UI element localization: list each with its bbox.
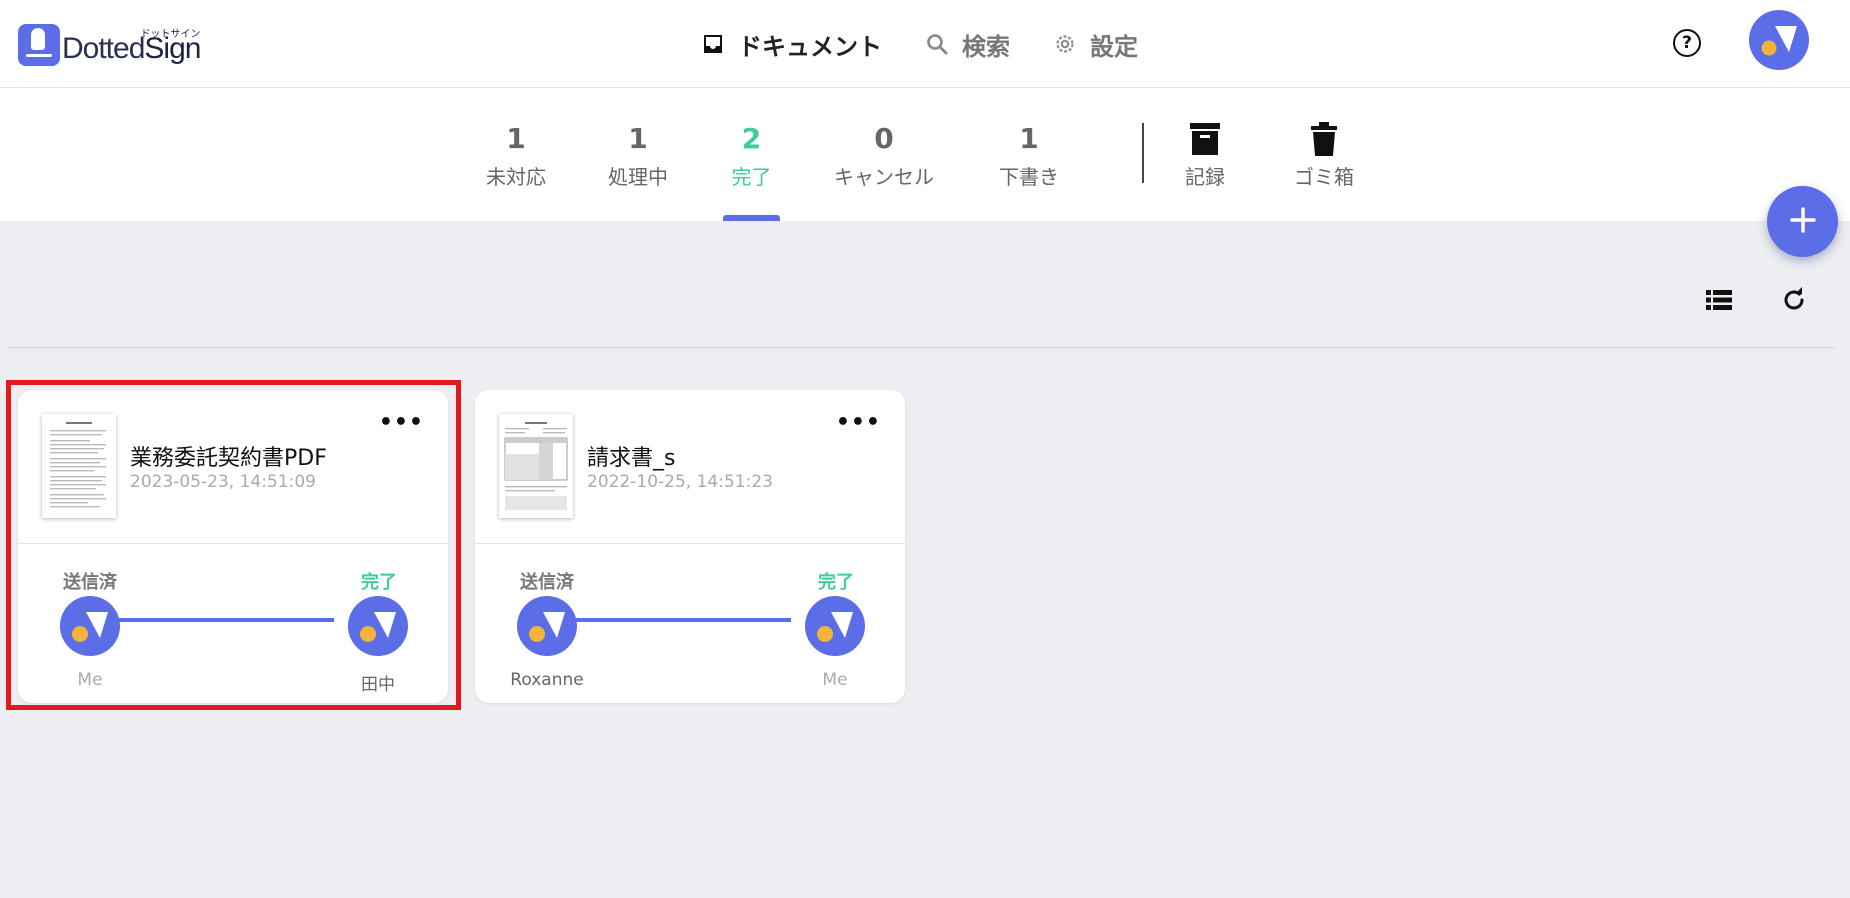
nav-label-search: 検索 bbox=[962, 32, 1010, 61]
status-tab-strip: 1 未対応 1 処理中 2 完了 0 キャンセル 1 下書き 記録 ゴミ箱 bbox=[0, 88, 1850, 221]
more-options-icon[interactable]: ••• bbox=[836, 412, 881, 434]
document-date: 2023-05-23, 14:51:09 bbox=[130, 472, 316, 492]
tab-count: 0 bbox=[874, 122, 894, 155]
tab-label: 処理中 bbox=[608, 165, 668, 189]
logo-word-dotted: Dotted bbox=[62, 32, 145, 65]
sender-name: Me bbox=[77, 670, 103, 690]
help-icon[interactable]: ? bbox=[1673, 29, 1701, 57]
inbox-icon bbox=[700, 31, 726, 57]
stage-sent-label: 送信済 bbox=[520, 572, 574, 593]
top-bar: ドットサイン DottedSign ドキュメント 検索 設定 ? bbox=[0, 0, 1850, 88]
nav-item-documents[interactable]: ドキュメント bbox=[700, 27, 882, 62]
progress-track bbox=[561, 618, 791, 622]
tab-divider bbox=[1142, 123, 1144, 183]
trash-label: ゴミ箱 bbox=[1294, 165, 1354, 189]
gear-icon bbox=[1052, 31, 1078, 57]
main-nav: ドキュメント 検索 設定 bbox=[700, 24, 1180, 64]
document-thumbnail bbox=[42, 414, 116, 518]
create-document-button[interactable] bbox=[1767, 186, 1838, 257]
archive-icon bbox=[1183, 120, 1227, 158]
document-thumbnail bbox=[499, 414, 573, 518]
logo-wordmark: ドットサイン DottedSign bbox=[62, 29, 201, 66]
nav-item-search[interactable]: 検索 bbox=[924, 27, 1010, 62]
tab-pending[interactable]: 1 未対応 bbox=[484, 120, 548, 190]
plus-icon bbox=[1788, 205, 1818, 239]
search-icon bbox=[924, 31, 950, 57]
trash-icon bbox=[1291, 120, 1357, 158]
tab-count: 1 bbox=[628, 122, 648, 155]
active-tab-indicator bbox=[723, 215, 780, 221]
user-avatar[interactable] bbox=[1749, 10, 1809, 70]
refresh-icon[interactable] bbox=[1778, 284, 1810, 316]
document-title: 請求書_s bbox=[587, 446, 676, 471]
content-divider bbox=[8, 347, 1835, 348]
progress-track bbox=[104, 618, 334, 622]
dottedsign-logo[interactable]: ドットサイン DottedSign bbox=[18, 18, 201, 66]
archive-button[interactable]: 記録 bbox=[1183, 120, 1227, 190]
stage-done-label: 完了 bbox=[361, 572, 397, 593]
sender-avatar bbox=[60, 596, 120, 656]
tab-in-progress[interactable]: 1 処理中 bbox=[606, 120, 670, 190]
nav-label-documents: ドキュメント bbox=[738, 32, 882, 61]
nav-label-settings: 設定 bbox=[1090, 32, 1138, 61]
tab-cancelled[interactable]: 0 キャンセル bbox=[830, 120, 938, 190]
stage-done-label: 完了 bbox=[818, 572, 854, 593]
recipient-avatar bbox=[348, 596, 408, 656]
tab-count: 2 bbox=[741, 122, 762, 155]
recipient-avatar bbox=[805, 596, 865, 656]
document-date: 2022-10-25, 14:51:23 bbox=[587, 472, 773, 492]
document-card[interactable]: 業務委託契約書PDF 2023-05-23, 14:51:09 ••• 送信済 … bbox=[18, 390, 448, 703]
pen-logo-icon bbox=[18, 24, 60, 66]
tab-count: 1 bbox=[1019, 122, 1039, 155]
tab-label: キャンセル bbox=[834, 165, 934, 189]
tab-drafts[interactable]: 1 下書き bbox=[997, 120, 1061, 190]
more-options-icon[interactable]: ••• bbox=[379, 412, 424, 434]
recipient-name: Me bbox=[822, 670, 848, 690]
stage-sent-label: 送信済 bbox=[63, 572, 117, 593]
recipient-name: 田中 bbox=[361, 675, 395, 695]
card-header: 請求書_s 2022-10-25, 14:51:23 ••• bbox=[475, 390, 905, 544]
tab-label: 完了 bbox=[731, 165, 772, 189]
document-title: 業務委託契約書PDF bbox=[130, 446, 327, 471]
tab-completed[interactable]: 2 完了 bbox=[723, 120, 780, 190]
sender-name: Roxanne bbox=[510, 670, 584, 690]
sender-avatar bbox=[517, 596, 577, 656]
logo-kana: ドットサイン bbox=[140, 29, 201, 40]
list-view-icon[interactable] bbox=[1703, 284, 1735, 316]
trash-button[interactable]: ゴミ箱 bbox=[1291, 120, 1357, 190]
tab-label: 未対応 bbox=[486, 165, 546, 189]
card-header: 業務委託契約書PDF 2023-05-23, 14:51:09 ••• bbox=[18, 390, 448, 544]
archive-label: 記録 bbox=[1185, 165, 1225, 189]
document-card[interactable]: 請求書_s 2022-10-25, 14:51:23 ••• 送信済 完了 Ro… bbox=[475, 390, 905, 703]
tab-label: 下書き bbox=[999, 165, 1059, 189]
tab-count: 1 bbox=[506, 122, 526, 155]
nav-item-settings[interactable]: 設定 bbox=[1052, 27, 1138, 62]
